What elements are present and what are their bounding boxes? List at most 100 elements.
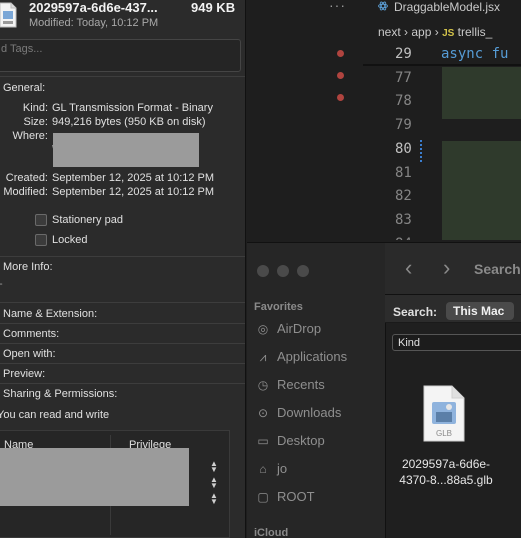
- home-icon: ⌂: [259, 462, 267, 476]
- line-number: 84: [395, 236, 412, 240]
- sidebar-item-label: jo: [277, 461, 288, 476]
- sidebar-item-label: AirDrop: [277, 321, 322, 336]
- breadcrumb-item[interactable]: next: [378, 25, 401, 39]
- diff-highlight: [442, 141, 521, 240]
- sidebar-item-label: Downloads: [277, 405, 342, 420]
- kind-criteria-popup[interactable]: Kind: [392, 334, 521, 351]
- kind-value: GL Transmission Format - Binary: [52, 102, 213, 114]
- search-scope-label: Search:: [393, 305, 438, 319]
- sidebar-item-root[interactable]: ▢ ROOT: [255, 489, 315, 507]
- divider: [0, 302, 245, 303]
- sidebar-item-recents[interactable]: ◷ Recents: [255, 377, 325, 395]
- glb-file-icon[interactable]: GLB: [422, 385, 466, 443]
- window-title: Search: [474, 261, 521, 277]
- downloads-icon: ⊙: [257, 406, 269, 420]
- editor-tab[interactable]: DraggableModel.jsx: [394, 0, 500, 16]
- sidebar-item-airdrop[interactable]: ◎ AirDrop: [255, 321, 321, 339]
- react-file-icon: [378, 1, 388, 11]
- breakpoint-marker[interactable]: [337, 94, 344, 101]
- this-mac-scope-button[interactable]: This Mac: [446, 302, 514, 320]
- sharing-permissions-section-toggle[interactable]: Sharing & Permissions:: [3, 388, 117, 400]
- line-number: 79: [395, 117, 412, 133]
- airdrop-icon: ◎: [257, 322, 269, 336]
- sidebar-item-label: Recents: [277, 377, 325, 392]
- close-window-icon[interactable]: [257, 265, 269, 277]
- line-number: 78: [395, 93, 412, 109]
- back-icon[interactable]: ‹: [405, 255, 412, 281]
- get-info-panel: 2029597a-6d6e-437... 949 KB Modified: To…: [0, 0, 246, 538]
- general-section-toggle[interactable]: General:: [3, 82, 45, 94]
- divider: [0, 76, 245, 77]
- modified-line-marker: [420, 140, 422, 162]
- code-keyword: async: [441, 46, 484, 62]
- file-name-label[interactable]: 2029597a-6d6e- 4370-8...88a5.glb: [391, 456, 501, 488]
- sidebar-item-label: Desktop: [277, 433, 325, 448]
- locked-checkbox[interactable]: [35, 234, 47, 246]
- privilege-stepper-icon[interactable]: ▲ ▼: [209, 476, 219, 490]
- divider: [0, 256, 245, 257]
- more-info-fragment: -: [0, 278, 3, 290]
- modified-value: September 12, 2025 at 10:12 PM: [52, 186, 215, 198]
- file-type-label: GLB: [436, 429, 452, 438]
- sidebar-item-label: Applications: [277, 349, 348, 364]
- breadcrumb: next › app › JS trellis_: [378, 25, 492, 39]
- name-extension-section-toggle[interactable]: Name & Extension:: [3, 308, 97, 320]
- zoom-window-icon[interactable]: [297, 265, 309, 277]
- line-number: 83: [395, 212, 412, 228]
- more-actions-icon[interactable]: ···: [329, 0, 346, 13]
- tags-field[interactable]: d Tags...: [0, 39, 241, 72]
- preview-section-toggle[interactable]: Preview:: [3, 368, 45, 380]
- favorites-heading: Favorites: [254, 301, 303, 313]
- size-value: 949,216 bytes (950 KB on disk): [52, 116, 206, 128]
- code-editor: ··· DraggableModel.jsx next › app › JS t…: [247, 0, 521, 240]
- file-name-line: 2029597a-6d6e-: [401, 457, 491, 471]
- breadcrumb-item[interactable]: trellis_: [458, 25, 493, 39]
- redacted-path: [53, 133, 199, 167]
- file-name: 2029597a-6d6e-437...: [29, 0, 158, 15]
- sidebar-item-desktop[interactable]: ▭ Desktop: [255, 433, 325, 451]
- line-number: 82: [395, 188, 412, 204]
- line-number: 81: [395, 165, 412, 181]
- privilege-stepper-icon[interactable]: ▲ ▼: [209, 460, 219, 474]
- created-value: September 12, 2025 at 10:12 PM: [52, 172, 215, 184]
- redacted-permission-names: [0, 448, 189, 506]
- minimize-window-icon[interactable]: [277, 265, 289, 277]
- desktop-icon: ▭: [257, 434, 269, 448]
- forward-icon[interactable]: ›: [443, 255, 450, 281]
- line-number-current: 80: [395, 141, 412, 157]
- created-label: Created:: [5, 172, 48, 184]
- recents-icon: ◷: [257, 378, 269, 392]
- sticky-scroll-divider: [363, 64, 521, 66]
- sidebar-item-home[interactable]: ⌂ jo: [255, 461, 287, 479]
- code-text: fu: [483, 46, 509, 62]
- file-name-line: 4370-8...88a5.glb: [399, 473, 493, 487]
- sidebar-item-label: ROOT: [277, 489, 315, 504]
- breadcrumb-item[interactable]: app: [411, 25, 431, 39]
- privilege-stepper-icon[interactable]: ▲ ▼: [209, 492, 219, 506]
- breakpoint-marker[interactable]: [337, 72, 344, 79]
- modified-summary: Modified: Today, 10:12 PM: [29, 17, 159, 29]
- icloud-heading: iCloud: [254, 527, 289, 538]
- stationery-pad-label: Stationery pad: [52, 214, 123, 226]
- divider: [0, 343, 245, 344]
- comments-section-toggle[interactable]: Comments:: [3, 328, 59, 340]
- stationery-pad-checkbox[interactable]: [35, 214, 47, 226]
- diff-highlight: [442, 67, 521, 119]
- finder-search-window: Favorites ◎ AirDrop ⩘ Applications ◷ Recent…: [247, 242, 521, 538]
- where-label: Where:: [12, 130, 48, 142]
- chevron-right-icon: ›: [434, 25, 443, 39]
- more-info-section-toggle[interactable]: More Info:: [3, 261, 53, 273]
- line-number: 77: [395, 70, 412, 86]
- folder-icon: ▢: [257, 490, 269, 504]
- open-with-section-toggle[interactable]: Open with:: [3, 348, 56, 360]
- modified-label: Modified:: [3, 186, 48, 198]
- breakpoint-marker[interactable]: [337, 50, 344, 57]
- sidebar-item-downloads[interactable]: ⊙ Downloads: [255, 405, 341, 423]
- permission-note: You can read and write: [0, 409, 110, 421]
- size-label: Size:: [23, 116, 48, 128]
- code-line: async fu: [441, 46, 508, 62]
- divider: [0, 363, 245, 364]
- divider: [0, 383, 245, 384]
- divider: [0, 323, 245, 324]
- sidebar-item-applications[interactable]: ⩘ Applications: [255, 349, 348, 367]
